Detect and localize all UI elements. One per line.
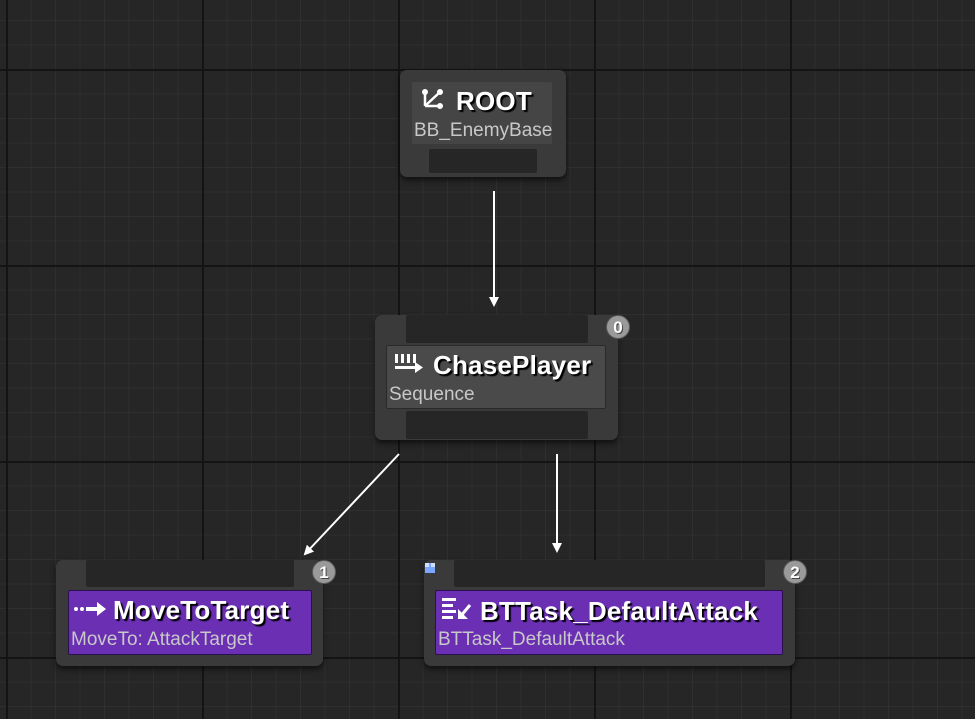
move-to-target-title: MoveToTarget: [113, 595, 290, 625]
sequence-input-pin[interactable]: [406, 315, 588, 343]
task-icon: [440, 595, 474, 628]
sequence-title: ChasePlayer: [433, 350, 592, 380]
default-attack-execution-index-badge: 2: [783, 560, 807, 584]
move-to-target-input-pin[interactable]: [86, 560, 294, 587]
default-attack-title: BTTask_DefaultAttack: [480, 596, 759, 626]
tree-branch-icon: [420, 86, 446, 117]
wire-sequence-to-move: [303, 453, 400, 556]
sequence-type-label: Sequence: [389, 384, 475, 405]
default-attack-subtitle: BTTask_DefaultAttack: [438, 629, 625, 650]
root-node[interactable]: ROOT BB_EnemyBase: [400, 70, 566, 177]
default-attack-node[interactable]: BTTask_DefaultAttack BTTask_DefaultAttac…: [424, 560, 795, 666]
root-blackboard-label: BB_EnemyBase: [414, 120, 553, 141]
move-to-icon: [73, 595, 107, 626]
move-to-target-subtitle: MoveTo: AttackTarget: [71, 629, 253, 650]
sequence-execution-index-badge: 0: [606, 315, 630, 339]
root-title: ROOT: [456, 86, 532, 116]
blueprint-task-marker-icon: [425, 560, 435, 573]
move-to-target-title-box: MoveToTarget MoveTo: AttackTarget: [68, 590, 312, 655]
sequence-icon: [393, 350, 425, 381]
default-attack-title-box: BTTask_DefaultAttack BTTask_DefaultAttac…: [435, 590, 783, 655]
move-to-target-execution-index-badge: 1: [312, 560, 336, 584]
sequence-title-box: ChasePlayer Sequence: [386, 345, 606, 409]
behavior-tree-graph-canvas[interactable]: ROOT BB_EnemyBase ChasePlayer Sequence 0…: [0, 0, 975, 719]
root-title-box: ROOT BB_EnemyBase: [412, 82, 552, 144]
default-attack-input-pin[interactable]: [454, 560, 765, 587]
move-to-target-node[interactable]: MoveToTarget MoveTo: AttackTarget: [56, 560, 323, 666]
sequence-output-pin[interactable]: [406, 411, 588, 439]
sequence-node[interactable]: ChasePlayer Sequence: [375, 315, 618, 440]
root-output-pin[interactable]: [429, 149, 537, 173]
